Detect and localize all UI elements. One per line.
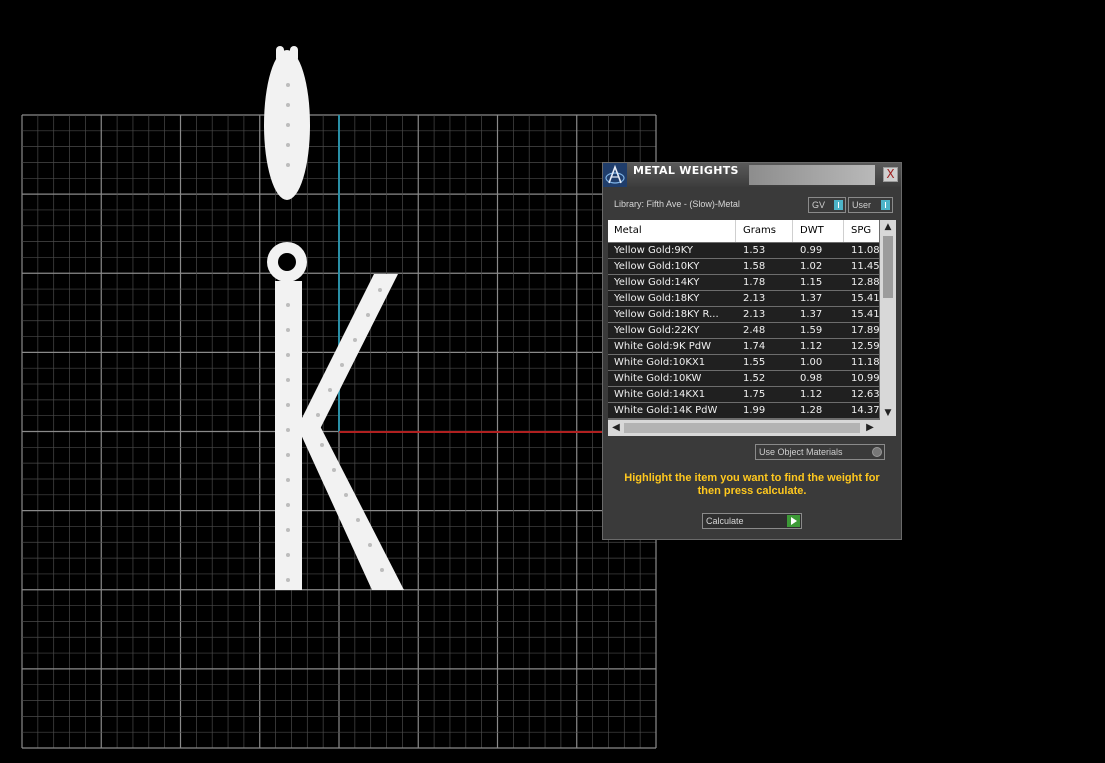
column-header-spg[interactable]: SPG [845,220,879,242]
dwt-cell: 1.12 [800,389,823,400]
user-toggle[interactable]: User [848,197,893,213]
dwt-cell: 1.37 [800,309,823,320]
metal-cell: White Gold:9K PdW [614,341,711,352]
metal-weights-dialog: METAL WEIGHTS X Library: Fifth Ave - (Sl… [602,162,902,540]
metal-cell: White Gold:10KW [614,373,702,384]
spg-cell: 15.41 [851,309,879,320]
spg-cell: 12.88 [851,277,879,288]
gv-toggle[interactable]: GV [808,197,846,213]
table-header: Metal Grams DWT SPG [608,220,879,242]
chevron-left-icon[interactable]: ◀ [609,420,623,436]
dwt-cell: 1.59 [800,325,823,336]
column-header-metal[interactable]: Metal [608,220,736,242]
dwt-cell: 1.28 [800,405,823,416]
spg-cell: 15.41 [851,293,879,304]
titlebar-gradient [749,165,875,185]
table-row[interactable]: White Gold:9K PdW 1.74 1.12 12.59 [608,339,879,354]
radio-icon[interactable] [872,447,882,457]
table-row[interactable]: Yellow Gold:18KY 2.13 1.37 15.41 [608,291,879,306]
chevron-right-icon[interactable]: ▶ [863,420,877,436]
table-row[interactable]: Yellow Gold:9KY 1.53 0.99 11.08 [608,243,879,258]
table-row[interactable]: White Gold:14KX1 1.75 1.12 12.63 [608,387,879,402]
table-row[interactable]: Yellow Gold:10KY 1.58 1.02 11.45 [608,259,879,274]
horizontal-scrollbar[interactable]: ◀ ▶ [608,420,896,436]
metal-cell: White Gold:14KX1 [614,389,706,400]
metal-cell: Yellow Gold:18KY R... [614,309,719,320]
close-icon: X [886,167,895,181]
spg-cell: 12.63 [851,389,879,400]
chevron-up-icon[interactable]: ▲ [880,220,896,234]
table-row[interactable]: Yellow Gold:18KY R... 2.13 1.37 15.41 [608,307,879,322]
close-button[interactable]: X [883,167,898,182]
dwt-cell: 1.12 [800,341,823,352]
table-row[interactable]: White Gold:14K PdW 1.99 1.28 14.37 [608,403,879,418]
dwt-cell: 1.37 [800,293,823,304]
spg-cell: 11.45 [851,261,879,272]
metal-cell: Yellow Gold:10KY [614,261,700,272]
column-header-dwt[interactable]: DWT [794,220,844,242]
table-row[interactable]: Yellow Gold:22KY 2.48 1.59 17.89 [608,323,879,338]
metal-cell: White Gold:14K PdW [614,405,718,416]
dwt-cell: 1.15 [800,277,823,288]
calculate-button[interactable]: Calculate [702,513,802,529]
grams-cell: 1.58 [743,261,766,272]
dwt-cell: 1.00 [800,357,823,368]
grams-cell: 1.55 [743,357,766,368]
toggle-knob-icon [834,200,843,210]
user-toggle-label: User [852,200,872,210]
toggle-knob-icon [881,200,890,210]
grams-cell: 1.53 [743,245,766,256]
metal-cell: Yellow Gold:18KY [614,293,700,304]
gv-toggle-label: GV [812,200,826,210]
grams-cell: 1.75 [743,389,766,400]
metal-cell: Yellow Gold:9KY [614,245,693,256]
use-object-materials-option[interactable]: Use Object Materials [755,444,885,460]
grams-cell: 1.99 [743,405,766,416]
spg-cell: 12.59 [851,341,879,352]
use-object-materials-label: Use Object Materials [759,447,843,457]
metal-weights-table: Metal Grams DWT SPG Yellow Gold:9KY 1.53 0… [608,220,896,436]
library-label: Library: Fifth Ave - (Slow)-Metal [614,199,740,209]
instructions-text: Highlight the item you want to find the … [624,472,880,497]
spg-cell: 14.37 [851,405,879,416]
scroll-thumb[interactable] [883,236,893,298]
app-logo-icon [603,163,627,187]
dwt-cell: 1.02 [800,261,823,272]
grams-cell: 2.13 [743,293,766,304]
dialog-title: METAL WEIGHTS [633,164,739,177]
spg-cell: 11.08 [851,245,879,256]
grams-cell: 2.48 [743,325,766,336]
spg-cell: 10.99 [851,373,879,384]
metal-cell: Yellow Gold:22KY [614,325,700,336]
pendant-bail [264,46,310,200]
grams-cell: 1.74 [743,341,766,352]
jewelry-model[interactable] [264,46,404,590]
column-header-grams[interactable]: Grams [737,220,793,242]
vertical-scrollbar[interactable]: ▲ ▼ [880,220,896,420]
metal-cell: Yellow Gold:14KY [614,277,700,288]
calculate-label: Calculate [706,516,744,526]
metal-cell: White Gold:10KX1 [614,357,706,368]
table-row[interactable]: White Gold:10KW 1.52 0.98 10.99 [608,371,879,386]
table-row[interactable]: Yellow Gold:14KY 1.78 1.15 12.88 [608,275,879,290]
dialog-titlebar[interactable]: METAL WEIGHTS X [603,163,901,187]
scroll-track[interactable] [624,423,860,433]
grams-cell: 2.13 [743,309,766,320]
chevron-down-icon[interactable]: ▼ [880,406,896,420]
spg-cell: 11.18 [851,357,879,368]
dwt-cell: 0.98 [800,373,823,384]
3d-viewport[interactable] [0,0,1105,763]
play-icon [787,515,800,527]
dwt-cell: 0.99 [800,245,823,256]
table-body: Yellow Gold:9KY 1.53 0.99 11.08 Yellow Gold… [608,243,879,419]
spg-cell: 17.89 [851,325,879,336]
grams-cell: 1.78 [743,277,766,288]
grams-cell: 1.52 [743,373,766,384]
table-row[interactable]: White Gold:10KX1 1.55 1.00 11.18 [608,355,879,370]
